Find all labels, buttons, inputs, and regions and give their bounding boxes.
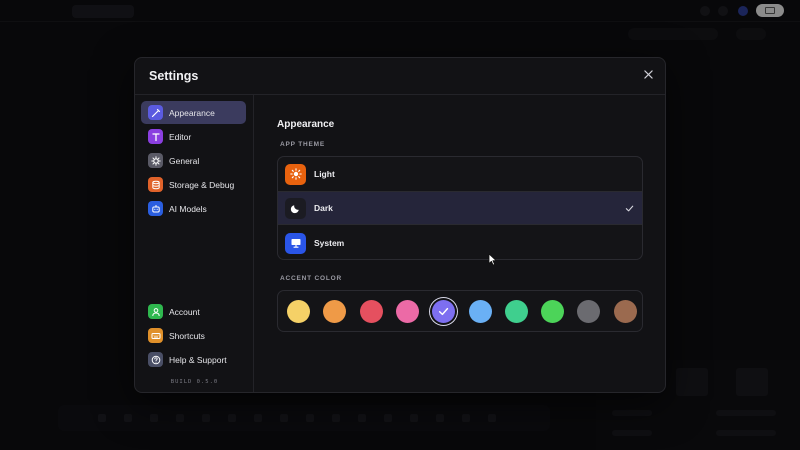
sidebar-item-label: Shortcuts [169,330,205,341]
check-icon [625,205,634,212]
check-icon [439,307,449,316]
keyboard-icon [148,328,163,343]
sun-icon [285,163,306,185]
user-icon [148,304,163,319]
robot-icon [148,201,163,216]
database-icon [148,177,163,192]
accent-swatch[interactable] [287,300,310,323]
theme-option-system[interactable]: System [278,226,642,259]
sidebar-item-label: Appearance [169,107,215,118]
accent-swatch[interactable] [613,300,637,323]
sidebar-item-storage-debug[interactable]: Storage & Debug [141,173,246,196]
modal-header: Settings [135,58,665,95]
accent-swatch[interactable] [432,300,456,323]
sidebar-item-help-support[interactable]: Help & Support [141,348,246,371]
gear-icon [148,153,163,168]
sidebar-item-label: Editor [169,131,192,142]
mouse-cursor-icon [488,253,497,266]
accent-color-label: ACCENT COLOR [280,275,342,282]
sidebar-item-shortcuts[interactable]: Shortcuts [141,324,246,347]
sidebar-item-account[interactable]: Account [141,300,246,323]
text-icon [148,129,163,144]
close-button[interactable] [639,65,657,83]
monitor-icon [285,232,306,254]
sidebar-item-appearance[interactable]: Appearance [141,101,246,124]
section-title: Appearance [277,119,335,130]
close-icon [643,69,653,79]
theme-option-dark[interactable]: Dark [278,191,642,225]
sidebar-item-label: Help & Support [169,354,227,365]
help-icon [148,352,163,367]
brush-icon [148,105,163,120]
accent-color-picker [277,290,643,332]
modal-title: Settings [149,69,199,83]
app-theme-label: APP THEME [280,141,326,148]
theme-label: System [314,238,345,248]
build-version: BUILD 0.5.0 [170,379,219,385]
sidebar-item-label: Storage & Debug [169,179,235,190]
accent-swatch[interactable] [504,300,528,323]
settings-sidebar: Appearance Editor General Storage & Debu… [135,95,254,392]
accent-swatch[interactable] [395,300,419,323]
accent-swatch[interactable] [468,300,492,323]
accent-swatch[interactable] [323,300,347,323]
sidebar-item-editor[interactable]: Editor [141,125,246,148]
sidebar-item-label: AI Models [169,203,207,214]
moon-icon [285,197,306,219]
sidebar-item-label: Account [169,306,200,317]
sidebar-item-general[interactable]: General [141,149,246,172]
settings-modal: Settings Appearance Editor General Stora… [134,57,666,393]
accent-swatch[interactable] [577,300,601,323]
sidebar-item-ai-models[interactable]: AI Models [141,197,246,220]
theme-selector: Light Dark System [277,156,643,260]
accent-swatch[interactable] [359,300,383,323]
theme-label: Dark [314,203,333,213]
sidebar-item-label: General [169,155,200,166]
theme-option-light[interactable]: Light [278,157,642,191]
theme-label: Light [314,169,335,179]
accent-swatch[interactable] [541,300,565,323]
